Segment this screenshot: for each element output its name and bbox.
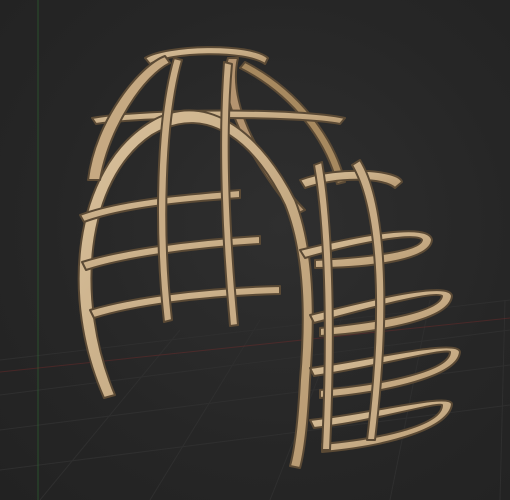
x-axis-line xyxy=(0,317,510,373)
ring-2[interactable] xyxy=(299,230,433,269)
viewport-canvas[interactable] xyxy=(0,0,510,500)
dome-frame-model[interactable] xyxy=(77,46,461,469)
left-ring-3[interactable] xyxy=(89,285,281,319)
left-meridian[interactable] xyxy=(157,57,183,323)
3d-viewport[interactable] xyxy=(0,0,510,500)
right-meridian-2[interactable] xyxy=(313,161,334,451)
right-meridian[interactable] xyxy=(351,159,386,441)
